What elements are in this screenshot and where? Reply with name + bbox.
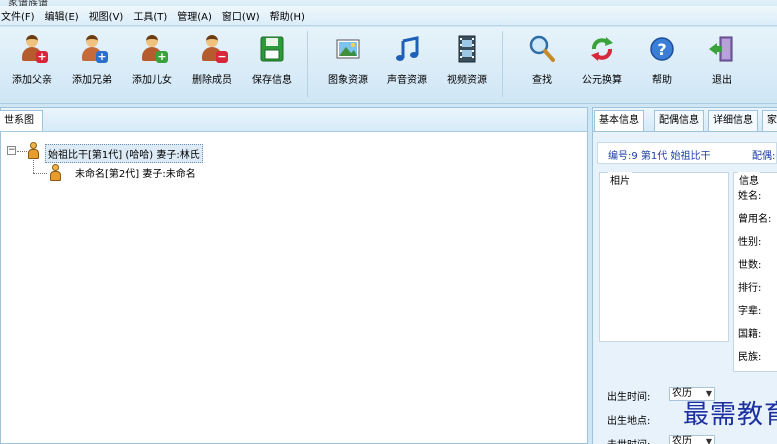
- field-gender: 性别:: [738, 237, 762, 248]
- magnifier-icon: [526, 33, 558, 65]
- field-name: 姓名:: [738, 191, 762, 202]
- info-box: 信息 姓名: 曾用名: 性别: 世数: 排行: 字辈: 国籍: 民族:: [733, 172, 777, 372]
- save-info-button[interactable]: 保存信息: [242, 33, 302, 89]
- menu-manage[interactable]: 管理(A): [172, 8, 217, 23]
- music-note-icon: [391, 33, 423, 65]
- field-nationality: 国籍:: [738, 329, 762, 340]
- floppy-disk-icon: [256, 33, 288, 65]
- add-person-icon: +: [76, 33, 108, 65]
- refresh-icon: [586, 33, 618, 65]
- add-father-button[interactable]: + 添加父亲: [2, 33, 62, 89]
- detail-tabbar: 基本信息 配偶信息 详细信息 家: [593, 108, 777, 132]
- image-resource-button[interactable]: 图象资源: [318, 33, 378, 89]
- calendar-convert-button[interactable]: 公元换算: [572, 33, 632, 89]
- member-header: 编号:9 第1代 始祖比干 配偶:: [597, 142, 777, 164]
- lineage-panel: 世系图 − 始祖比干[第1代] (哈哈) 妻子:林氏 未命名[第2代] 妻子:未…: [0, 107, 588, 444]
- add-child-button[interactable]: + 添加儿女: [122, 33, 182, 89]
- lineage-tree: − 始祖比干[第1代] (哈哈) 妻子:林氏 未命名[第2代] 妻子:未命名: [1, 132, 587, 443]
- tab-detail-info[interactable]: 详细信息: [708, 110, 758, 131]
- watermark: 最需教育: [683, 400, 777, 430]
- member-id: 编号:9 第1代 始祖比干: [608, 151, 711, 162]
- delete-member-button[interactable]: − 删除成员: [182, 33, 242, 89]
- add-person-icon: +: [136, 33, 168, 65]
- field-generation-name: 字辈:: [738, 306, 762, 317]
- tree-connector: [33, 173, 47, 174]
- remove-person-icon: −: [196, 33, 228, 65]
- add-person-icon: +: [16, 33, 48, 65]
- menu-window[interactable]: 窗口(W): [217, 8, 265, 23]
- birth-place-label: 出生地点:: [607, 416, 651, 427]
- question-mark-icon: ?: [646, 33, 678, 65]
- menu-view[interactable]: 视图(V): [84, 8, 129, 23]
- menu-bar: 文件(F) 编辑(E) 视图(V) 工具(T) 管理(A) 窗口(W) 帮助(H…: [0, 6, 777, 26]
- chevron-down-icon: ▼: [705, 437, 712, 444]
- exit-button[interactable]: 退出: [692, 33, 752, 89]
- info-label: 信息: [738, 172, 760, 187]
- tab-basic-info[interactable]: 基本信息: [594, 110, 644, 131]
- field-rank: 排行:: [738, 283, 762, 294]
- add-brother-button[interactable]: + 添加兄弟: [62, 33, 122, 89]
- tab-spouse-info[interactable]: 配偶信息: [654, 110, 704, 131]
- menu-help[interactable]: 帮助(H): [265, 8, 310, 23]
- tab-family[interactable]: 家: [762, 110, 777, 131]
- menu-file[interactable]: 文件(F): [0, 8, 40, 23]
- lineage-tabbar: 世系图: [0, 108, 587, 132]
- toolbar: + 添加父亲 + 添加兄弟 + 添加儿女 − 删除成员 保存信息 图象资源 声音…: [0, 27, 777, 104]
- person-icon: [49, 164, 61, 182]
- film-strip-icon: [451, 33, 483, 65]
- photo-label: 相片: [608, 172, 632, 187]
- tree-connector: [33, 160, 34, 173]
- picture-icon: [332, 33, 364, 65]
- menu-tools[interactable]: 工具(T): [128, 8, 172, 23]
- tab-lineage[interactable]: 世系图: [0, 110, 43, 131]
- video-resource-button[interactable]: 视频资源: [437, 33, 497, 89]
- svg-text:?: ?: [657, 40, 666, 59]
- death-calendar-select[interactable]: 农历 ▼: [669, 435, 715, 444]
- search-button[interactable]: 查找: [512, 33, 572, 89]
- menu-edit[interactable]: 编辑(E): [40, 8, 84, 23]
- field-generation: 世数:: [738, 260, 762, 271]
- photo-box[interactable]: 相片: [599, 172, 729, 342]
- birth-time-label: 出生时间:: [607, 392, 651, 403]
- death-time-label: 去世时间:: [607, 436, 650, 444]
- field-former-name: 曾用名:: [738, 214, 772, 225]
- tree-node-child[interactable]: 未命名[第2代] 妻子:未命名: [73, 164, 198, 181]
- tree-node-root[interactable]: 始祖比干[第1代] (哈哈) 妻子:林氏: [45, 144, 203, 163]
- field-ethnicity: 民族:: [738, 352, 762, 363]
- sound-resource-button[interactable]: 声音资源: [377, 33, 437, 89]
- person-icon: [27, 142, 39, 160]
- collapse-toggle[interactable]: −: [7, 146, 16, 155]
- tree-connector: [17, 151, 27, 152]
- spouse-label: 配偶:: [752, 151, 776, 162]
- help-button[interactable]: ? 帮助: [632, 33, 692, 89]
- exit-door-icon: [706, 33, 738, 65]
